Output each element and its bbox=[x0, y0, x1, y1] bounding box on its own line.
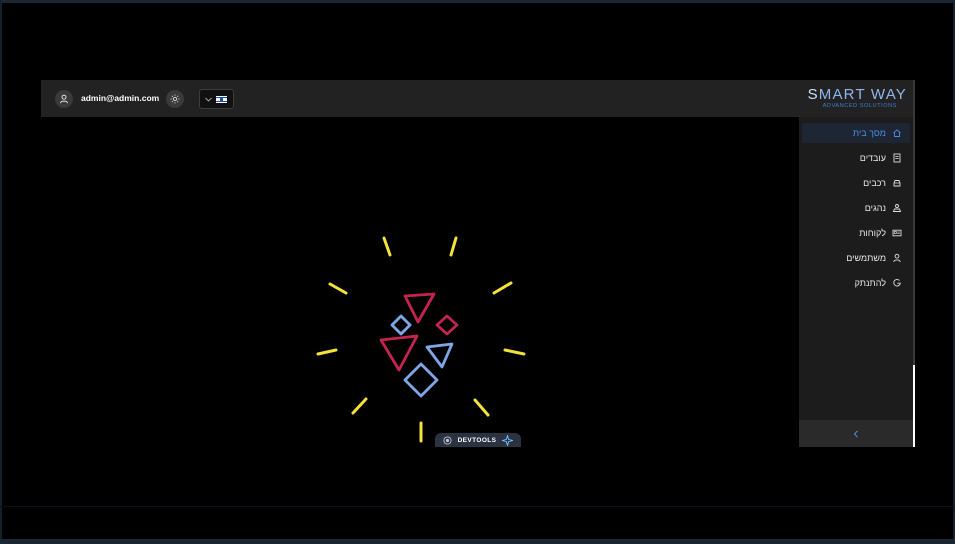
sidebar-scrollbar[interactable] bbox=[913, 80, 915, 447]
sun-icon bbox=[170, 94, 180, 104]
loading-animation bbox=[316, 236, 526, 443]
devtools-logo-icon bbox=[443, 435, 452, 445]
devtools-label: DEVTOOLS bbox=[457, 436, 497, 444]
red-diamond bbox=[435, 314, 459, 336]
home-icon bbox=[892, 128, 902, 138]
spark-ray bbox=[492, 281, 513, 295]
sidebar-item-users[interactable]: משתמשים bbox=[802, 248, 910, 268]
spark-ray bbox=[351, 397, 368, 415]
document-icon bbox=[892, 153, 902, 163]
user-icon[interactable] bbox=[55, 90, 73, 108]
red-triangle bbox=[379, 334, 419, 372]
car-icon bbox=[892, 178, 902, 188]
header-bar: admin@admin.com SMART WAY ADVANCED SOLUT… bbox=[41, 80, 915, 117]
red-triangle bbox=[403, 292, 436, 324]
user-email: admin@admin.com bbox=[81, 93, 160, 103]
spark-shapes bbox=[379, 292, 459, 398]
sidebar-item-logout[interactable]: להתנתק bbox=[802, 273, 910, 293]
sidebar-item-label: משתמשים bbox=[846, 253, 886, 263]
logo-sub-text: ADVANCED SOLUTIONS bbox=[822, 103, 897, 109]
window-frame-left bbox=[0, 0, 2, 544]
sidebar-item-vehicles[interactable]: רכבים bbox=[802, 173, 910, 193]
chevron-down-icon bbox=[205, 97, 212, 102]
sidebar-item-label: לקוחות bbox=[859, 228, 886, 238]
israel-flag-icon bbox=[216, 95, 227, 103]
sidebar-collapse-button[interactable] bbox=[799, 420, 913, 447]
app-window: admin@admin.com SMART WAY ADVANCED SOLUT… bbox=[41, 80, 915, 447]
language-select[interactable] bbox=[199, 89, 234, 109]
sidebar-item-label: נהגים bbox=[864, 203, 886, 213]
sidebar-item-label: מסך בית bbox=[852, 128, 886, 138]
window-frame-bottom bbox=[0, 539, 955, 544]
scrollbar-thumb[interactable] bbox=[913, 365, 915, 447]
driver-icon bbox=[892, 203, 902, 213]
sparkle-icon bbox=[502, 434, 514, 446]
sidebar-item-employees[interactable]: עובדים bbox=[802, 148, 910, 168]
sidebar-item-label: להתנתק bbox=[854, 278, 886, 288]
sidebar-item-home[interactable]: מסך בית bbox=[802, 123, 910, 143]
chevron-left-icon bbox=[853, 429, 858, 438]
sidebar-item-drivers[interactable]: נהגים bbox=[802, 198, 910, 218]
spark-ray bbox=[473, 398, 490, 417]
person-icon bbox=[892, 253, 902, 263]
id-card-icon bbox=[892, 228, 902, 238]
spark-ray bbox=[316, 348, 338, 356]
divider bbox=[0, 506, 955, 507]
logout-icon bbox=[892, 278, 902, 288]
sidebar-item-customers[interactable]: לקוחות bbox=[802, 223, 910, 243]
spark-ray bbox=[382, 236, 392, 257]
spark-ray bbox=[449, 236, 458, 257]
logo: SMART WAY ADVANCED SOLUTIONS bbox=[797, 87, 907, 111]
window-frame-top bbox=[0, 0, 955, 3]
theme-toggle-button[interactable] bbox=[166, 90, 184, 108]
devtools-button[interactable]: DEVTOOLS bbox=[435, 433, 521, 447]
sidebar: מסך בית עובדים רכבים נהגים לקוחות משתמשי… bbox=[799, 117, 913, 447]
spark-rays bbox=[316, 236, 526, 443]
spark-ray bbox=[503, 348, 526, 356]
blue-diamond bbox=[390, 314, 412, 336]
sidebar-item-label: רכבים bbox=[863, 178, 886, 188]
sidebar-item-label: עובדים bbox=[859, 153, 886, 163]
spark-ray bbox=[328, 282, 348, 295]
blue-triangle bbox=[425, 342, 454, 369]
blue-diamond bbox=[403, 362, 439, 398]
logo-main-text: SMART WAY bbox=[807, 86, 907, 103]
